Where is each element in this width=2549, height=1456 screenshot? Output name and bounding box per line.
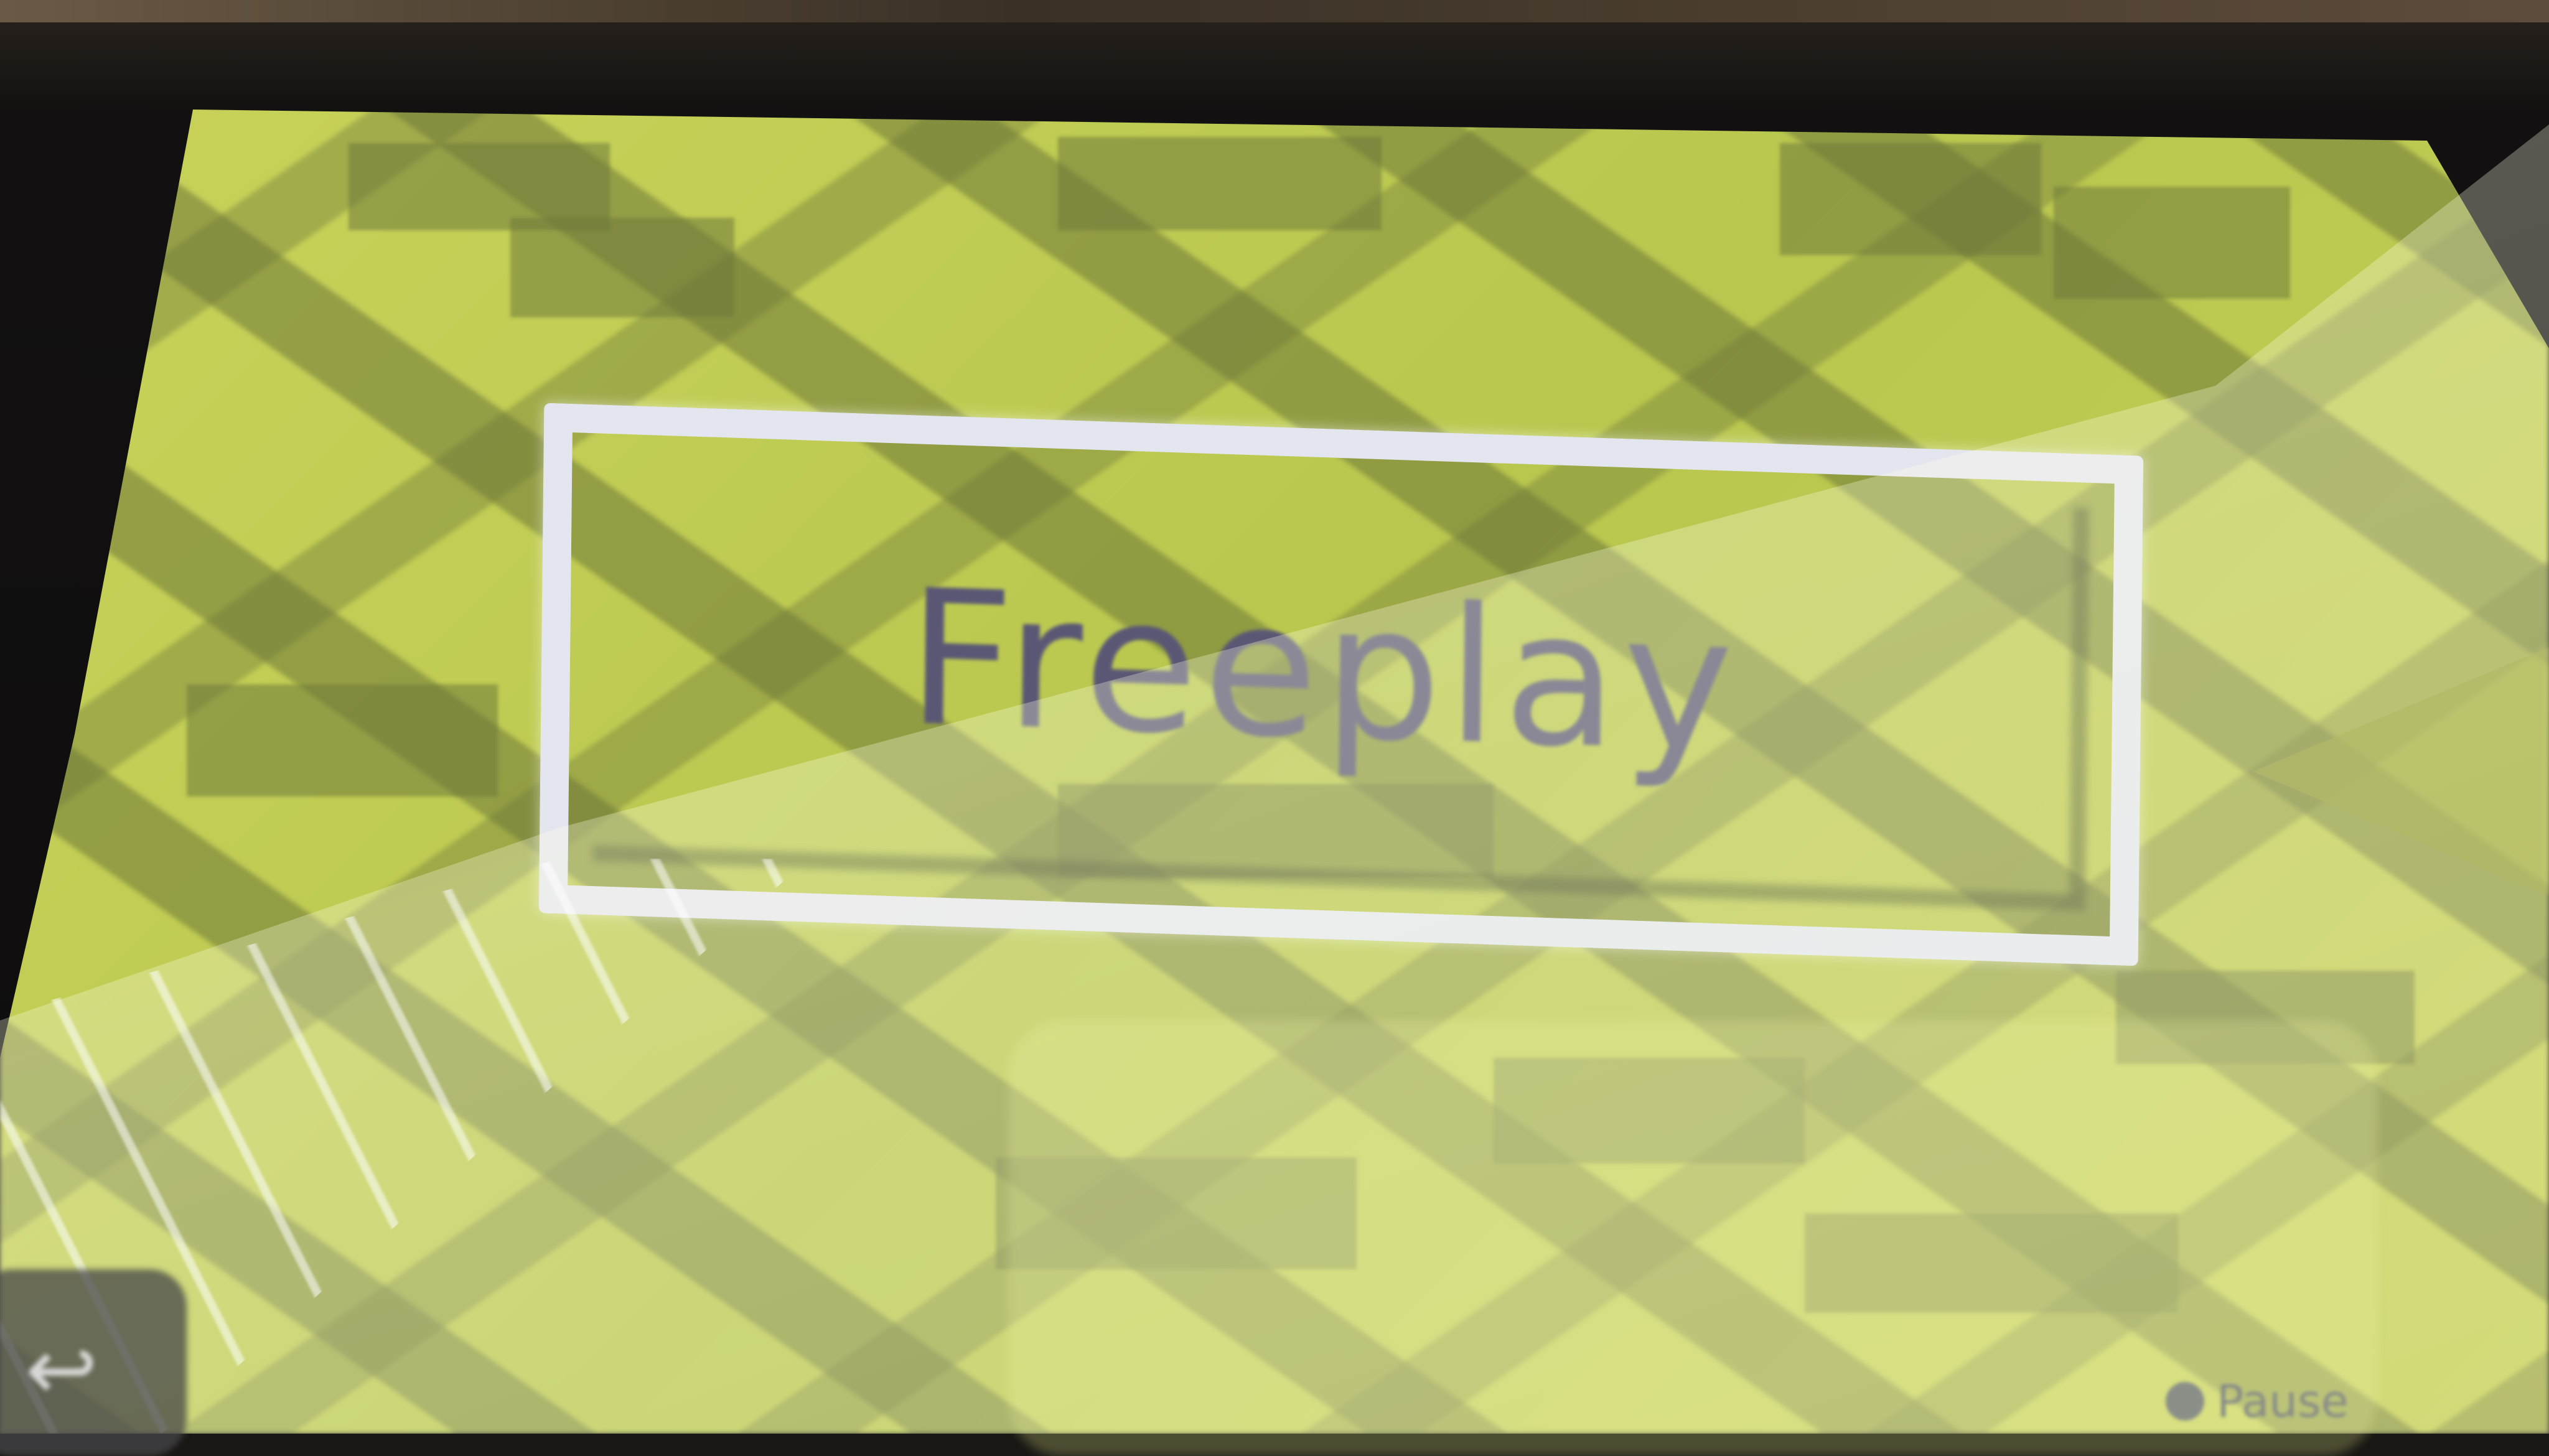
pause-button-icon [2166,1382,2204,1421]
pause-hint[interactable]: Pause [2166,1375,2349,1427]
pattern-block [1780,143,2041,255]
back-icon: ↩ [25,1319,98,1421]
pattern-block [187,684,498,796]
pattern-block [348,143,610,230]
bezel-top-edge [0,0,2549,22]
pattern-block [1058,137,1382,230]
pattern-block [2054,187,2290,299]
pause-label: Pause [2217,1375,2349,1427]
pattern-block [510,218,734,317]
